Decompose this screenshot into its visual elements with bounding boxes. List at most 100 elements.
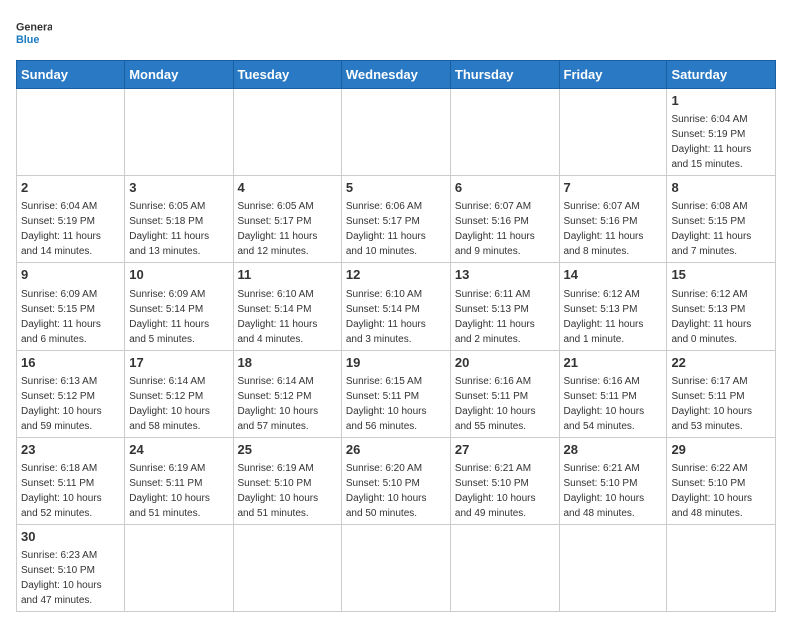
day-cell: 18 Sunrise: 6:14 AMSunset: 5:12 PMDayligh…	[233, 350, 341, 437]
week-row: 1Sunrise: 6:04 AMSunset: 5:19 PMDaylight…	[17, 89, 776, 176]
day-info: Sunrise: 6:10 AMSunset: 5:14 PMDaylight:…	[346, 287, 446, 347]
day-info: Sunrise: 6:05 AMSunset: 5:18 PMDaylight:…	[129, 199, 228, 259]
day-info: Sunrise: 6:19 AMSunset: 5:11 PMDaylight:…	[129, 461, 228, 521]
day-cell: 27 Sunrise: 6:21 AMSunset: 5:10 PMDayligh…	[450, 437, 559, 524]
day-info: Sunrise: 6:04 AMSunset: 5:19 PMDaylight:…	[21, 199, 120, 259]
day-info: Sunrise: 6:13 AMSunset: 5:12 PMDaylight:…	[21, 374, 120, 434]
day-number: 2	[21, 179, 120, 197]
day-cell: 28 Sunrise: 6:21 AMSunset: 5:10 PMDayligh…	[559, 437, 667, 524]
day-info: Sunrise: 6:17 AMSunset: 5:11 PMDaylight:…	[671, 374, 771, 434]
day-cell: 29 Sunrise: 6:22 AMSunset: 5:10 PMDayligh…	[667, 437, 776, 524]
day-number: 19	[346, 354, 446, 372]
day-info: Sunrise: 6:22 AMSunset: 5:10 PMDaylight:…	[671, 461, 771, 521]
day-cell	[233, 89, 341, 176]
day-info: Sunrise: 6:15 AMSunset: 5:11 PMDaylight:…	[346, 374, 446, 434]
day-cell: 20Sunrise: 6:16 AMSunset: 5:11 PMDayligh…	[450, 350, 559, 437]
calendar-header: SundayMondayTuesdayWednesdayThursdayFrid…	[17, 61, 776, 89]
day-number: 13	[455, 266, 555, 284]
day-cell	[559, 524, 667, 611]
day-cell	[17, 89, 125, 176]
day-info: Sunrise: 6:23 AMSunset: 5:10 PMDaylight:…	[21, 548, 120, 608]
day-number: 27	[455, 441, 555, 459]
day-info: Sunrise: 6:19 AMSunset: 5:10 PMDaylight:…	[238, 461, 337, 521]
day-cell: 10 Sunrise: 6:09 AMSunset: 5:14 PMDayligh…	[125, 263, 233, 350]
day-cell: 30Sunrise: 6:23 AMSunset: 5:10 PMDayligh…	[17, 524, 125, 611]
days-row: SundayMondayTuesdayWednesdayThursdayFrid…	[17, 61, 776, 89]
day-header-tuesday: Tuesday	[233, 61, 341, 89]
day-cell: 16 Sunrise: 6:13 AMSunset: 5:12 PMDayligh…	[17, 350, 125, 437]
day-number: 18	[238, 354, 337, 372]
day-cell	[450, 524, 559, 611]
day-cell: 19 Sunrise: 6:15 AMSunset: 5:11 PMDayligh…	[341, 350, 450, 437]
day-cell: 23 Sunrise: 6:18 AMSunset: 5:11 PMDayligh…	[17, 437, 125, 524]
day-info: Sunrise: 6:05 AMSunset: 5:17 PMDaylight:…	[238, 199, 337, 259]
day-number: 22	[671, 354, 771, 372]
day-header-sunday: Sunday	[17, 61, 125, 89]
day-number: 1	[671, 92, 771, 110]
day-number: 29	[671, 441, 771, 459]
week-row: 16 Sunrise: 6:13 AMSunset: 5:12 PMDayligh…	[17, 350, 776, 437]
logo: General Blue	[16, 16, 52, 52]
day-cell: 24 Sunrise: 6:19 AMSunset: 5:11 PMDayligh…	[125, 437, 233, 524]
day-number: 28	[564, 441, 663, 459]
day-cell: 17 Sunrise: 6:14 AMSunset: 5:12 PMDayligh…	[125, 350, 233, 437]
day-number: 26	[346, 441, 446, 459]
day-info: Sunrise: 6:12 AMSunset: 5:13 PMDaylight:…	[671, 287, 771, 347]
day-number: 21	[564, 354, 663, 372]
week-row: 30Sunrise: 6:23 AMSunset: 5:10 PMDayligh…	[17, 524, 776, 611]
calendar: SundayMondayTuesdayWednesdayThursdayFrid…	[16, 60, 776, 612]
day-number: 8	[671, 179, 771, 197]
day-info: Sunrise: 6:18 AMSunset: 5:11 PMDaylight:…	[21, 461, 120, 521]
day-info: Sunrise: 6:07 AMSunset: 5:16 PMDaylight:…	[564, 199, 663, 259]
day-cell: 2 Sunrise: 6:04 AMSunset: 5:19 PMDaylight…	[17, 176, 125, 263]
day-cell	[341, 524, 450, 611]
day-number: 5	[346, 179, 446, 197]
day-number: 16	[21, 354, 120, 372]
svg-text:Blue: Blue	[16, 34, 39, 46]
day-cell: 7Sunrise: 6:07 AMSunset: 5:16 PMDaylight…	[559, 176, 667, 263]
day-info: Sunrise: 6:21 AMSunset: 5:10 PMDaylight:…	[564, 461, 663, 521]
week-row: 2 Sunrise: 6:04 AMSunset: 5:19 PMDaylight…	[17, 176, 776, 263]
day-number: 10	[129, 266, 228, 284]
day-cell: 3 Sunrise: 6:05 AMSunset: 5:18 PMDaylight…	[125, 176, 233, 263]
day-cell: 13 Sunrise: 6:11 AMSunset: 5:13 PMDayligh…	[450, 263, 559, 350]
day-cell	[450, 89, 559, 176]
week-row: 23 Sunrise: 6:18 AMSunset: 5:11 PMDayligh…	[17, 437, 776, 524]
day-info: Sunrise: 6:14 AMSunset: 5:12 PMDaylight:…	[129, 374, 228, 434]
day-cell: 4 Sunrise: 6:05 AMSunset: 5:17 PMDaylight…	[233, 176, 341, 263]
day-header-wednesday: Wednesday	[341, 61, 450, 89]
day-header-friday: Friday	[559, 61, 667, 89]
svg-text:General: General	[16, 21, 52, 33]
day-number: 23	[21, 441, 120, 459]
day-info: Sunrise: 6:14 AMSunset: 5:12 PMDaylight:…	[238, 374, 337, 434]
day-cell: 14Sunrise: 6:12 AMSunset: 5:13 PMDayligh…	[559, 263, 667, 350]
logo-icon: General Blue	[16, 16, 52, 52]
day-info: Sunrise: 6:16 AMSunset: 5:11 PMDaylight:…	[564, 374, 663, 434]
day-info: Sunrise: 6:20 AMSunset: 5:10 PMDaylight:…	[346, 461, 446, 521]
day-info: Sunrise: 6:11 AMSunset: 5:13 PMDaylight:…	[455, 287, 555, 347]
week-row: 9Sunrise: 6:09 AMSunset: 5:15 PMDaylight…	[17, 263, 776, 350]
day-info: Sunrise: 6:09 AMSunset: 5:14 PMDaylight:…	[129, 287, 228, 347]
day-cell: 11Sunrise: 6:10 AMSunset: 5:14 PMDayligh…	[233, 263, 341, 350]
day-number: 25	[238, 441, 337, 459]
day-number: 20	[455, 354, 555, 372]
day-header-saturday: Saturday	[667, 61, 776, 89]
day-info: Sunrise: 6:06 AMSunset: 5:17 PMDaylight:…	[346, 199, 446, 259]
day-number: 17	[129, 354, 228, 372]
day-cell	[341, 89, 450, 176]
day-number: 9	[21, 266, 120, 284]
day-cell: 22 Sunrise: 6:17 AMSunset: 5:11 PMDayligh…	[667, 350, 776, 437]
day-cell: 12Sunrise: 6:10 AMSunset: 5:14 PMDayligh…	[341, 263, 450, 350]
day-info: Sunrise: 6:21 AMSunset: 5:10 PMDaylight:…	[455, 461, 555, 521]
day-number: 11	[238, 266, 337, 284]
day-number: 24	[129, 441, 228, 459]
day-cell	[125, 89, 233, 176]
day-number: 4	[238, 179, 337, 197]
day-cell: 15Sunrise: 6:12 AMSunset: 5:13 PMDayligh…	[667, 263, 776, 350]
day-number: 6	[455, 179, 555, 197]
day-number: 3	[129, 179, 228, 197]
day-cell	[667, 524, 776, 611]
day-cell: 5 Sunrise: 6:06 AMSunset: 5:17 PMDaylight…	[341, 176, 450, 263]
day-cell: 25 Sunrise: 6:19 AMSunset: 5:10 PMDayligh…	[233, 437, 341, 524]
day-cell	[559, 89, 667, 176]
